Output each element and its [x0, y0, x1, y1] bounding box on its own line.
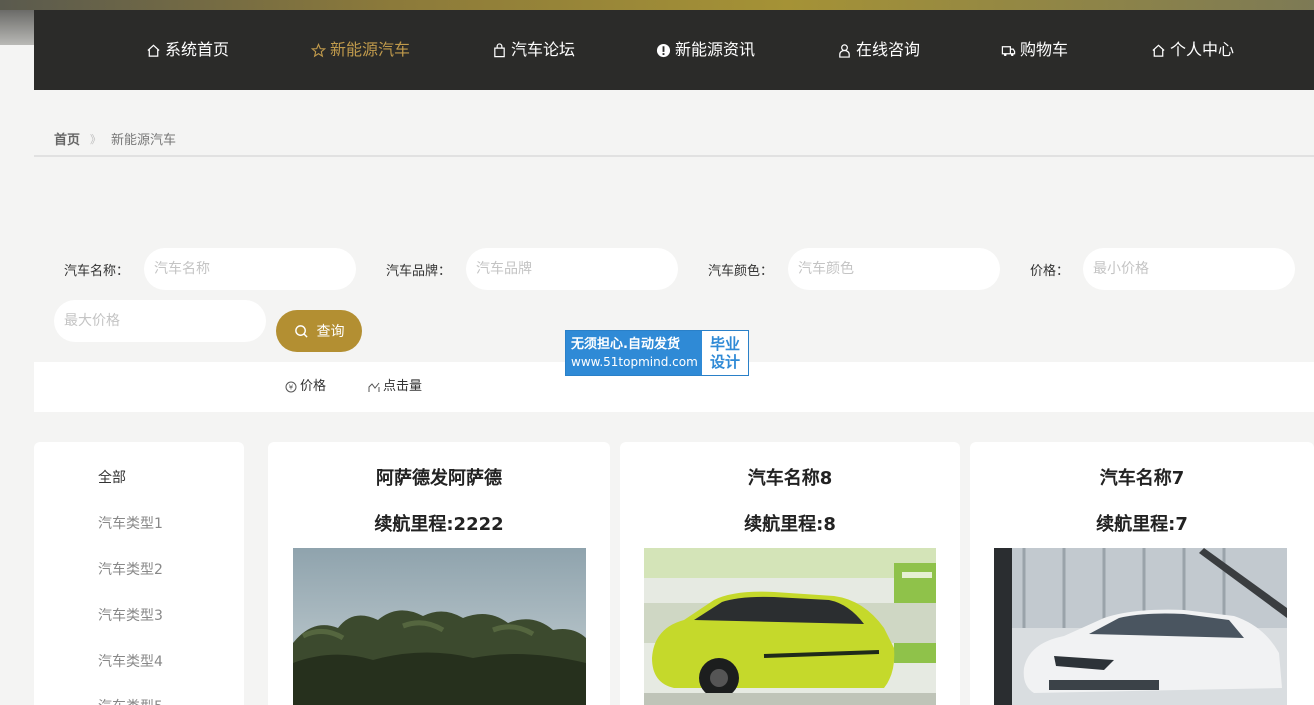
top-strip	[0, 0, 1314, 10]
nav-item-label: 汽车论坛	[511, 40, 576, 59]
category-item[interactable]: 汽车类型5	[98, 696, 163, 705]
car-range: 续航里程:7	[1096, 514, 1188, 535]
nav-item-news[interactable]: 新能源资讯	[656, 10, 755, 90]
white-car-image	[994, 548, 1287, 705]
brand-input[interactable]	[466, 248, 678, 290]
car-range: 续航里程:2222	[374, 514, 504, 535]
name-input[interactable]	[144, 248, 356, 290]
search-button[interactable]: 查询	[276, 310, 362, 352]
category-item[interactable]: 汽车类型1	[98, 513, 163, 533]
nav-item-label: 在线咨询	[856, 40, 921, 59]
home-icon	[1152, 44, 1165, 57]
info-icon	[656, 43, 671, 57]
breadcrumb-divider	[34, 155, 1314, 157]
svg-text:¥: ¥	[289, 384, 294, 392]
nav-item-home[interactable]: 系统首页	[146, 10, 229, 90]
chart-icon	[368, 382, 380, 392]
nav-item-label: 购物车	[1020, 40, 1069, 59]
brand-label: 汽车品牌：	[386, 264, 452, 279]
watermark-tag: 毕业 设计	[702, 331, 748, 375]
color-input[interactable]	[788, 248, 1000, 290]
color-label: 汽车颜色：	[708, 264, 774, 279]
car-card[interactable]: 汽车名称7 续航里程:7	[970, 442, 1314, 705]
car-title: 汽车名称8	[747, 468, 833, 489]
watermark-text: 无须担心.自动发货 www.51topmind.com	[566, 331, 702, 375]
watermark-tag1: 毕业	[709, 335, 740, 353]
car-card[interactable]: 汽车名称8 续航里程:8	[620, 442, 960, 705]
search-icon	[294, 324, 308, 338]
breadcrumb-separator: 》	[90, 132, 102, 146]
nav-item-consult[interactable]: 在线咨询	[837, 10, 920, 90]
price-label: 价格：	[1030, 264, 1070, 279]
landscape-image	[293, 548, 586, 705]
nav-item-new-energy-cars[interactable]: 新能源汽车	[311, 10, 410, 90]
top-nav: 系统首页 新能源汽车 汽车论坛 新能源资讯 在线咨询 购物车 个人中心	[34, 10, 1314, 90]
watermark-badge: 无须担心.自动发货 www.51topmind.com 毕业 设计	[565, 330, 749, 376]
search-button-label: 查询	[316, 323, 345, 339]
category-sidebar: 全部 汽车类型1 汽车类型2 汽车类型3 汽车类型4 汽车类型5	[34, 442, 244, 705]
nav-item-label: 系统首页	[165, 40, 230, 59]
watermark-tag2: 设计	[709, 353, 740, 371]
nav-item-label: 新能源汽车	[330, 40, 411, 59]
category-item[interactable]: 汽车类型4	[98, 651, 163, 671]
nav-item-profile[interactable]: 个人中心	[1151, 10, 1234, 90]
coin-icon: ¥	[285, 381, 297, 393]
max-price-input[interactable]	[54, 300, 266, 342]
sort-clicks-label: 点击量	[383, 379, 423, 394]
nav-item-label: 新能源资讯	[675, 40, 756, 59]
breadcrumb-current: 新能源汽车	[111, 133, 177, 148]
nav-item-forum[interactable]: 汽车论坛	[492, 10, 575, 90]
category-item[interactable]: 汽车类型3	[98, 605, 163, 625]
nav-item-label: 个人中心	[1170, 40, 1235, 59]
bag-icon	[494, 42, 505, 57]
car-image[interactable]	[994, 548, 1287, 705]
car-image[interactable]	[293, 548, 586, 705]
nav-item-cart[interactable]: 购物车	[1001, 10, 1068, 90]
watermark-line2: www.51topmind.com	[571, 354, 698, 369]
left-band	[0, 10, 34, 45]
truck-icon	[1001, 45, 1016, 56]
sort-price-label: 价格	[300, 379, 327, 394]
user-icon	[839, 43, 850, 58]
sort-by-price[interactable]: ¥ 价格	[285, 362, 326, 412]
home-icon	[147, 44, 160, 57]
green-car-image	[644, 548, 936, 705]
car-range: 续航里程:8	[744, 514, 836, 535]
star-icon	[311, 42, 326, 57]
min-price-input[interactable]	[1083, 248, 1295, 290]
sort-by-clicks[interactable]: 点击量	[368, 362, 422, 412]
category-item[interactable]: 汽车类型2	[98, 559, 163, 579]
name-label: 汽车名称：	[64, 264, 130, 279]
car-image[interactable]	[644, 548, 936, 705]
car-title: 汽车名称7	[1099, 468, 1185, 489]
watermark-line1: 无须担心.自动发货	[571, 336, 680, 352]
breadcrumb: 首页 》 新能源汽车	[54, 129, 177, 149]
car-card[interactable]: 阿萨德发阿萨德 续航里程:2222	[268, 442, 610, 705]
car-title: 阿萨德发阿萨德	[376, 468, 502, 489]
category-item-all[interactable]: 全部	[98, 467, 126, 487]
breadcrumb-home[interactable]: 首页	[54, 129, 80, 148]
